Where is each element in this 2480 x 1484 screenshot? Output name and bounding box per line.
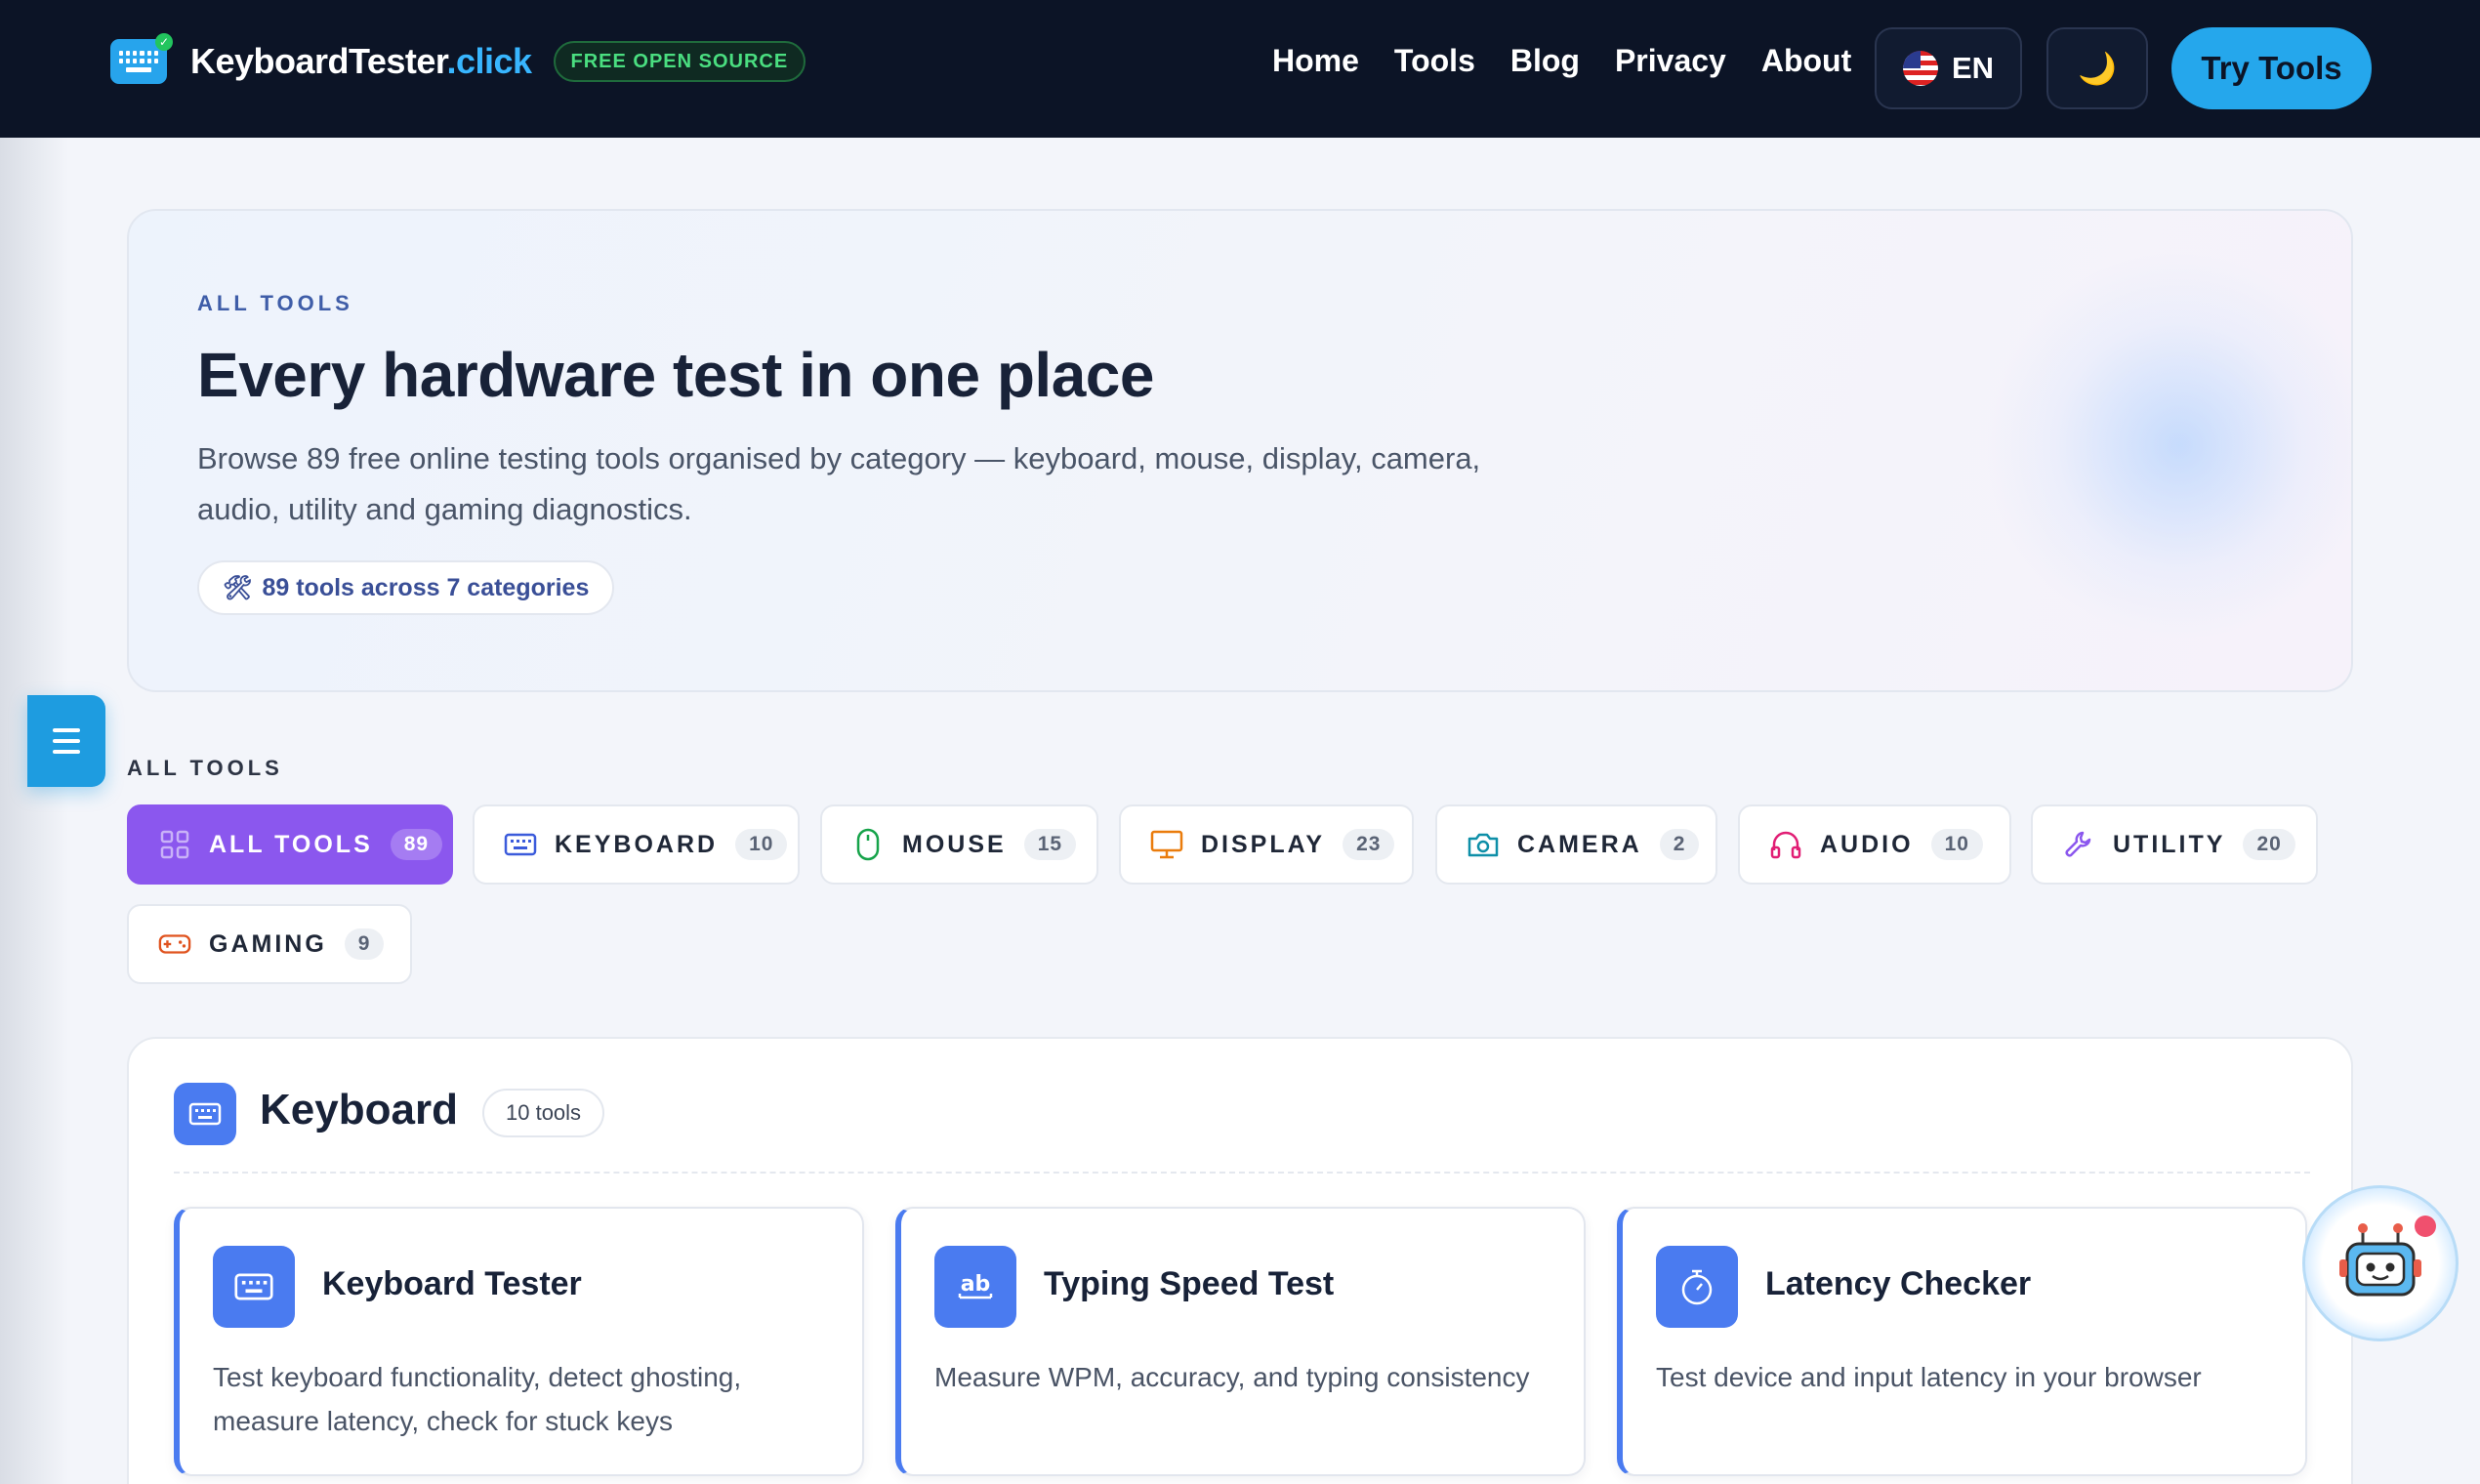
section-title: Keyboard xyxy=(260,1086,458,1134)
hero-decorative-glow xyxy=(1984,250,2351,640)
svg-text:ab: ab xyxy=(961,1272,991,1297)
card-title: Keyboard Tester xyxy=(322,1265,582,1302)
grid-icon xyxy=(158,828,191,861)
chip-label: GAMING xyxy=(209,929,327,958)
nav-about-link[interactable]: About xyxy=(1761,43,1851,79)
keyboard-icon xyxy=(504,828,537,861)
chip-count-badge: 15 xyxy=(1023,829,1077,860)
brand-main-text: KeyboardTester xyxy=(190,41,447,81)
hamburger-line xyxy=(53,739,80,743)
chip-label: UTILITY xyxy=(2113,830,2226,858)
filter-chip-audio[interactable]: AUDIO 10 xyxy=(1738,804,2011,885)
robot-icon xyxy=(2339,1223,2421,1297)
moon-icon: 🌙 xyxy=(2078,51,2117,86)
filter-chip-all-tools[interactable]: ALL TOOLS 89 xyxy=(127,804,453,885)
gamepad-icon xyxy=(158,928,191,961)
brand-accent-text: .click xyxy=(446,41,532,81)
brand-logo-link[interactable]: ✓ KeyboardTester.click FREE OPEN SOURCE xyxy=(110,33,806,84)
tool-card-latency-checker[interactable]: Latency Checker Test device and input la… xyxy=(1617,1207,2307,1476)
ab-text-icon: ab xyxy=(934,1246,1016,1328)
hamburger-line xyxy=(53,750,80,754)
chip-count-badge: 23 xyxy=(1343,829,1395,860)
filter-chip-gaming[interactable]: GAMING 9 xyxy=(127,904,412,984)
main-nav: Home Tools Blog Privacy About xyxy=(1272,43,1851,79)
chat-assistant-button[interactable] xyxy=(2302,1185,2459,1341)
nav-tools-link[interactable]: Tools xyxy=(1394,43,1475,79)
language-selector-button[interactable]: EN xyxy=(1875,27,2022,109)
keyboard-icon xyxy=(174,1083,236,1145)
chip-label: CAMERA xyxy=(1517,830,1642,858)
stopwatch-icon xyxy=(1656,1246,1738,1328)
notification-dot xyxy=(2415,1216,2436,1237)
filter-chip-utility[interactable]: UTILITY 20 xyxy=(2031,804,2318,885)
chip-label: AUDIO xyxy=(1820,830,1914,858)
section-divider xyxy=(174,1172,2310,1174)
chip-count-badge: 2 xyxy=(1659,829,1700,860)
card-title: Latency Checker xyxy=(1765,1265,2032,1302)
keyboard-logo-icon: ✓ xyxy=(110,33,173,84)
chip-count-badge: 89 xyxy=(390,829,443,860)
filter-chip-keyboard[interactable]: KEYBOARD 10 xyxy=(473,804,800,885)
left-edge-shadow xyxy=(0,138,68,1484)
top-navbar: ✓ KeyboardTester.click FREE OPEN SOURCE … xyxy=(0,0,2480,138)
chip-count-badge: 9 xyxy=(344,928,385,960)
chip-count-badge: 10 xyxy=(735,829,788,860)
nav-privacy-link[interactable]: Privacy xyxy=(1615,43,1726,79)
card-description: Test keyboard functionality, detect ghos… xyxy=(213,1362,742,1436)
open-source-badge: FREE OPEN SOURCE xyxy=(553,41,806,82)
chip-label: ALL TOOLS xyxy=(209,830,373,858)
mouse-icon xyxy=(851,828,885,861)
nav-blog-link[interactable]: Blog xyxy=(1510,43,1580,79)
tools-count-text: 89 tools across 7 categories xyxy=(262,573,590,601)
filter-chip-camera[interactable]: CAMERA 2 xyxy=(1435,804,1717,885)
hero-description: Browse 89 free online testing tools orga… xyxy=(197,441,1481,526)
card-description: Test device and input latency in your br… xyxy=(1656,1362,2202,1392)
monitor-icon xyxy=(1150,828,1183,861)
headphones-icon xyxy=(1769,828,1802,861)
chip-label: MOUSE xyxy=(902,830,1007,858)
chip-count-badge: 10 xyxy=(1930,829,1983,860)
hero-eyebrow: ALL TOOLS xyxy=(197,291,353,315)
card-description: Measure WPM, accuracy, and typing consis… xyxy=(934,1362,1530,1392)
tools-hammer-icon: 🛠 xyxy=(223,574,253,601)
language-code: EN xyxy=(1951,51,1995,85)
wrench-icon xyxy=(2062,828,2095,861)
section-count-badge: 10 tools xyxy=(482,1089,605,1137)
tools-count-pill: 🛠 89 tools across 7 categories xyxy=(197,560,615,615)
brand-name: KeyboardTester.click xyxy=(190,41,532,82)
keyboard-icon xyxy=(213,1246,295,1328)
hero-panel: ALL TOOLS Every hardware test in one pla… xyxy=(127,209,2353,692)
chip-label: DISPLAY xyxy=(1201,830,1326,858)
theme-toggle-button[interactable]: 🌙 xyxy=(2046,27,2148,109)
try-tools-button[interactable]: Try Tools xyxy=(2171,27,2372,109)
tool-card-typing-speed-test[interactable]: ab Typing Speed Test Measure WPM, accura… xyxy=(895,1207,1586,1476)
hamburger-line xyxy=(53,728,80,732)
us-flag-icon xyxy=(1902,51,1938,86)
keyboard-category-section: Keyboard 10 tools Keyboard Tester Test k… xyxy=(127,1037,2353,1484)
chip-label: KEYBOARD xyxy=(555,830,719,858)
filter-section-label: ALL TOOLS xyxy=(127,756,283,780)
page-title: Every hardware test in one place xyxy=(197,340,1154,410)
camera-icon xyxy=(1467,828,1500,861)
side-menu-toggle-button[interactable] xyxy=(27,695,105,787)
chip-count-badge: 20 xyxy=(2243,829,2295,860)
filter-chip-display[interactable]: DISPLAY 23 xyxy=(1119,804,1414,885)
tool-card-keyboard-tester[interactable]: Keyboard Tester Test keyboard functional… xyxy=(174,1207,864,1476)
card-title: Typing Speed Test xyxy=(1044,1265,1335,1302)
filter-chip-mouse[interactable]: MOUSE 15 xyxy=(820,804,1098,885)
nav-home-link[interactable]: Home xyxy=(1272,43,1359,79)
check-badge-icon: ✓ xyxy=(155,33,173,51)
